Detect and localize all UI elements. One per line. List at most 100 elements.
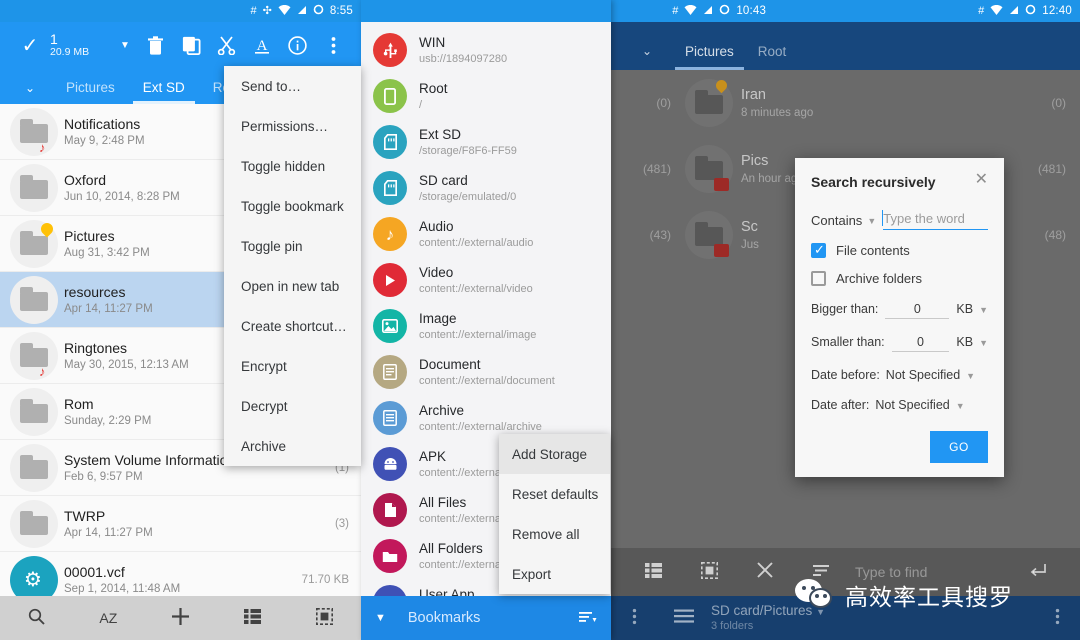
breadcrumb-subtitle: 3 folders [711, 620, 754, 633]
caret-down-icon[interactable]: ▼ [966, 371, 975, 381]
file-meta: 71.70 KB [301, 573, 349, 586]
smaller-than-input[interactable]: 0 [891, 335, 950, 352]
menu-item-remove-all[interactable]: Remove all [499, 514, 610, 554]
wifi-icon [278, 4, 291, 18]
chevron-down-icon[interactable]: ⌄ [621, 44, 673, 70]
tab-ext-sd[interactable]: Ext SD [129, 80, 199, 104]
menu-item-add-storage[interactable]: Add Storage [499, 434, 610, 474]
copy-icon[interactable] [174, 36, 210, 55]
sort-icon[interactable] [579, 610, 597, 627]
watermark-text: 高效率工具搜罗 [845, 584, 1013, 610]
file-count: (0) [656, 96, 671, 110]
menu-item-open-in-new-tab[interactable]: Open in new tab [224, 266, 361, 306]
sort-az-button[interactable]: AZ [72, 610, 144, 626]
file-meta: (3) [334, 517, 349, 530]
bigger-than-unit[interactable]: KB [956, 302, 973, 316]
bookmark-name: Document [419, 357, 481, 373]
caret-down-icon[interactable]: ▼ [112, 40, 138, 51]
close-icon[interactable] [737, 562, 793, 582]
rename-icon[interactable]: A [245, 36, 281, 55]
caret-down-icon[interactable]: ▼ [375, 612, 386, 624]
search-icon[interactable] [0, 608, 72, 628]
menu-item-send-to[interactable]: Send to… [224, 66, 361, 106]
menu-item-archive[interactable]: Archive [224, 426, 361, 466]
search-input[interactable]: Type the word [882, 210, 988, 230]
date-after-row: Date after: Not Specified ▼ [811, 398, 988, 412]
caret-down-icon[interactable]: ▼ [979, 305, 988, 315]
chevron-down-icon[interactable]: ⌄ [8, 81, 52, 104]
menu-item-encrypt[interactable]: Encrypt [224, 346, 361, 386]
bookmark-path: content://external/image [419, 328, 537, 341]
bookmark-name: Ext SD [419, 127, 462, 143]
bookmark-name: Audio [419, 219, 454, 235]
menu-item-decrypt[interactable]: Decrypt [224, 386, 361, 426]
file-contents-checkbox[interactable] [811, 242, 826, 258]
file-contents-row[interactable]: File contents [811, 242, 988, 258]
info-icon[interactable] [280, 35, 316, 55]
file-context-menu: Send to… Permissions… Toggle hidden Togg… [224, 66, 361, 466]
table-row[interactable]: (0) Iran 8 minutes ago (0) [611, 70, 1080, 136]
cut-icon[interactable] [209, 35, 245, 55]
list-item[interactable]: Video content://external/video [361, 257, 611, 303]
pin-badge-icon [713, 77, 730, 94]
tab-pictures[interactable]: Pictures [673, 44, 746, 70]
image-icon [373, 309, 407, 343]
caret-down-icon[interactable]: ▼ [956, 401, 965, 411]
list-item[interactable]: SD card/storage/emulated/0 [361, 165, 611, 211]
tab-root[interactable]: Root [746, 44, 799, 70]
check-icon[interactable]: ✓ [10, 33, 50, 58]
menu-item-reset-defaults[interactable]: Reset defaults [499, 474, 610, 514]
archive-icon [373, 401, 407, 435]
date-before-row: Date before: Not Specified ▼ [811, 368, 988, 382]
file-name: Iran [741, 87, 766, 103]
table-row[interactable]: TWRP Apr 14, 11:27 PM (3) [0, 496, 361, 552]
hamburger-icon[interactable] [657, 608, 711, 628]
hash-icon: # [978, 4, 985, 17]
select-icon[interactable] [289, 608, 361, 628]
menu-item-toggle-hidden[interactable]: Toggle hidden [224, 146, 361, 186]
folder-icon [373, 539, 407, 573]
tab-pictures[interactable]: Pictures [52, 80, 129, 104]
date-after-label: Date after: [811, 398, 870, 412]
list-item[interactable]: Ext SD/storage/F8F6-FF59 [361, 119, 611, 165]
list-view-icon[interactable] [625, 562, 681, 582]
menu-item-create-shortcut[interactable]: Create shortcut… [224, 306, 361, 346]
list-item[interactable]: Document content://external/document [361, 349, 611, 395]
archive-folders-checkbox[interactable] [811, 271, 826, 286]
archive-folders-row[interactable]: Archive folders [811, 271, 988, 286]
bigger-than-input[interactable]: 0 [885, 302, 950, 319]
menu-item-toggle-bookmark[interactable]: Toggle bookmark [224, 186, 361, 226]
delete-icon[interactable] [138, 35, 174, 55]
caret-down-icon[interactable]: ▼ [979, 338, 988, 348]
document-icon [373, 355, 407, 389]
bookmark-path: /storage/F8F6-FF59 [419, 144, 517, 157]
caret-down-icon[interactable]: ▼ [867, 216, 876, 226]
watermark: 高效率工具搜罗 [795, 578, 1013, 612]
list-item[interactable]: ♪ Audio content://external/audio [361, 211, 611, 257]
close-icon[interactable]: ✕ [975, 172, 988, 188]
match-mode-select[interactable]: Contains [811, 213, 862, 228]
overflow-icon[interactable] [1034, 608, 1080, 628]
date-before-value[interactable]: Not Specified [886, 368, 960, 382]
smaller-than-unit[interactable]: KB [956, 335, 973, 349]
overflow-icon[interactable] [611, 608, 657, 628]
file-date: Apr 14, 11:27 PM [64, 527, 153, 539]
smaller-than-label: Smaller than: [811, 335, 885, 349]
menu-item-export[interactable]: Export [499, 554, 610, 594]
list-item[interactable]: Image content://external/image [361, 303, 611, 349]
select-icon[interactable] [681, 561, 737, 583]
file-count-right: (481) [1037, 162, 1066, 176]
list-view-icon[interactable] [217, 609, 289, 627]
list-item[interactable]: WIN usb://1894097280 [361, 27, 611, 73]
overflow-icon[interactable] [316, 36, 352, 55]
list-item[interactable]: Root / [361, 73, 611, 119]
file-date: 8 minutes ago [741, 107, 814, 119]
go-button[interactable]: GO [930, 431, 988, 463]
menu-item-toggle-pin[interactable]: Toggle pin [224, 226, 361, 266]
add-icon[interactable] [144, 607, 216, 629]
folder-icon: ♪ [10, 107, 58, 156]
menu-item-permissions[interactable]: Permissions… [224, 106, 361, 146]
date-after-value[interactable]: Not Specified [875, 398, 949, 412]
enter-icon[interactable] [1010, 563, 1066, 582]
bookmarks-context-menu: Add Storage Reset defaults Remove all Ex… [499, 434, 610, 594]
